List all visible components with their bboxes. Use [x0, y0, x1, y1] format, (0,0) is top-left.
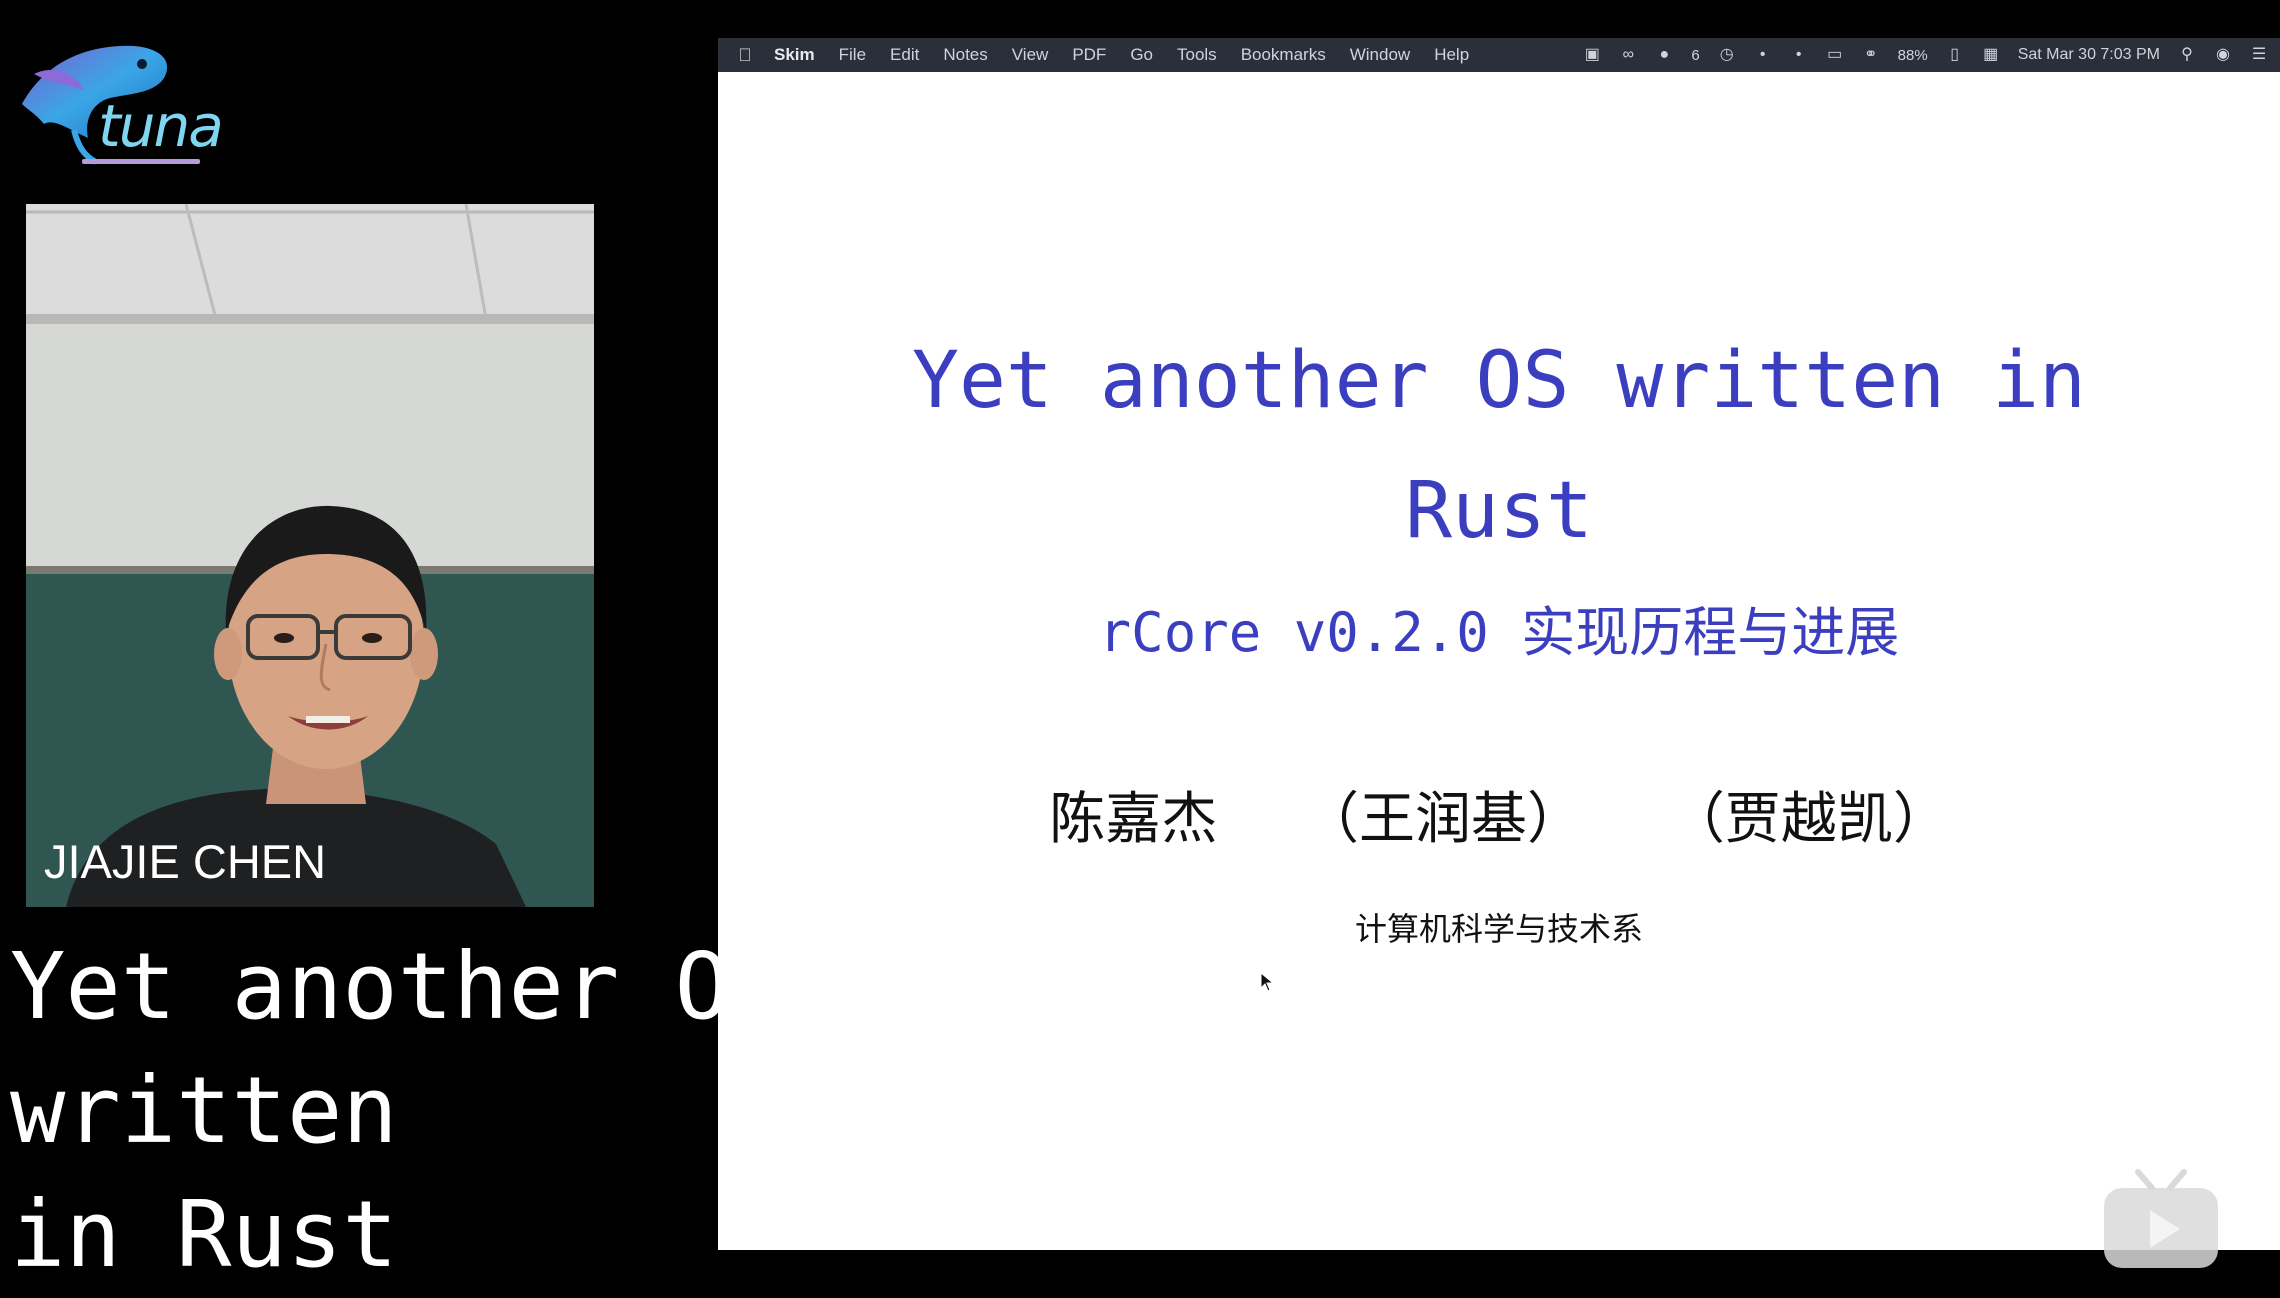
author-2: （王润基）	[1303, 787, 1583, 852]
mouse-pointer-icon	[1260, 972, 1274, 992]
logo-text: tuna	[98, 92, 224, 160]
wechat-icon[interactable]: ●	[1655, 47, 1673, 63]
wifi-icon[interactable]: ⚭	[1862, 47, 1880, 63]
pdf-slide: Yet another OS written in Rust rCore v0.…	[718, 72, 2280, 1250]
overlay-title-line-3: in Rust	[10, 1181, 398, 1288]
overlay-talk-title: Yet another OS written in Rust	[10, 925, 786, 1297]
slide-authors: 陈嘉杰 （王润基） （贾越凯）	[718, 774, 2280, 855]
tv-play-icon	[2104, 1169, 2218, 1268]
menu-window[interactable]: Window	[1338, 45, 1422, 65]
slide-title-line-1: Yet another OS written in	[912, 336, 2086, 426]
overlay-title-line-1: Yet another OS	[10, 933, 786, 1040]
glasses-icon[interactable]: ∞	[1619, 47, 1637, 63]
menu-go[interactable]: Go	[1118, 45, 1165, 65]
overlay-title-line-2: written	[10, 1057, 398, 1164]
mac-menubar:  Skim File Edit Notes View PDF Go Tools…	[718, 38, 2280, 72]
author-3: （贾越凯）	[1668, 787, 1949, 852]
menu-file[interactable]: File	[827, 45, 878, 65]
menu-edit[interactable]: Edit	[878, 45, 931, 65]
tuna-logo: tuna	[14, 34, 224, 174]
app-status-icon[interactable]: ▣	[1583, 47, 1601, 63]
slide-department: 计算机科学与技术系	[1354, 910, 1643, 948]
speaker-name-caption: JIAJIE CHEN	[44, 835, 327, 888]
battery-icon[interactable]: ▯	[1946, 47, 1964, 63]
menu-help[interactable]: Help	[1422, 45, 1481, 65]
slide-title-line-2: Rust	[1405, 466, 1593, 556]
spotlight-search-icon[interactable]: ⚲	[2178, 47, 2196, 63]
slide-subtitle: rCore v0.2.0 实现历程与进展	[1098, 601, 1900, 664]
apple-icon[interactable]: 	[728, 45, 762, 66]
menubar-clock[interactable]: Sat Mar 30 7:03 PM	[2018, 46, 2160, 64]
menu-notes[interactable]: Notes	[931, 45, 999, 65]
dot-icon[interactable]: •	[1790, 47, 1808, 63]
shared-screen:  Skim File Edit Notes View PDF Go Tools…	[718, 38, 2280, 1250]
menu-tools[interactable]: Tools	[1165, 45, 1229, 65]
notification-center-icon[interactable]: ☰	[2250, 47, 2268, 63]
wechat-count: 6	[1691, 46, 1700, 64]
menu-bookmarks[interactable]: Bookmarks	[1229, 45, 1338, 65]
menu-view[interactable]: View	[1000, 45, 1061, 65]
menubar-status-area: ▣ ∞ ● 6 ◷ • • ▭ ⚭ 88% ▯ ▦ Sat Mar 30 7:0…	[1583, 46, 2280, 64]
battery-percent: 88%	[1897, 46, 1928, 64]
logo-tagline	[82, 159, 200, 164]
slide-title: Yet another OS written in Rust	[718, 316, 2280, 576]
dot-icon[interactable]: •	[1754, 47, 1772, 63]
webcam-feed: JIAJIE CHEN	[26, 204, 594, 907]
menu-skim[interactable]: Skim	[762, 45, 827, 65]
airplay-icon[interactable]: ▭	[1826, 47, 1844, 63]
menu-pdf[interactable]: PDF	[1060, 45, 1118, 65]
input-method-icon[interactable]: ▦	[1982, 47, 2000, 63]
siri-icon[interactable]: ◉	[2214, 47, 2232, 63]
author-1: 陈嘉杰	[1049, 787, 1218, 852]
speaker-video-image	[26, 204, 594, 907]
time-machine-icon[interactable]: ◷	[1718, 47, 1736, 63]
